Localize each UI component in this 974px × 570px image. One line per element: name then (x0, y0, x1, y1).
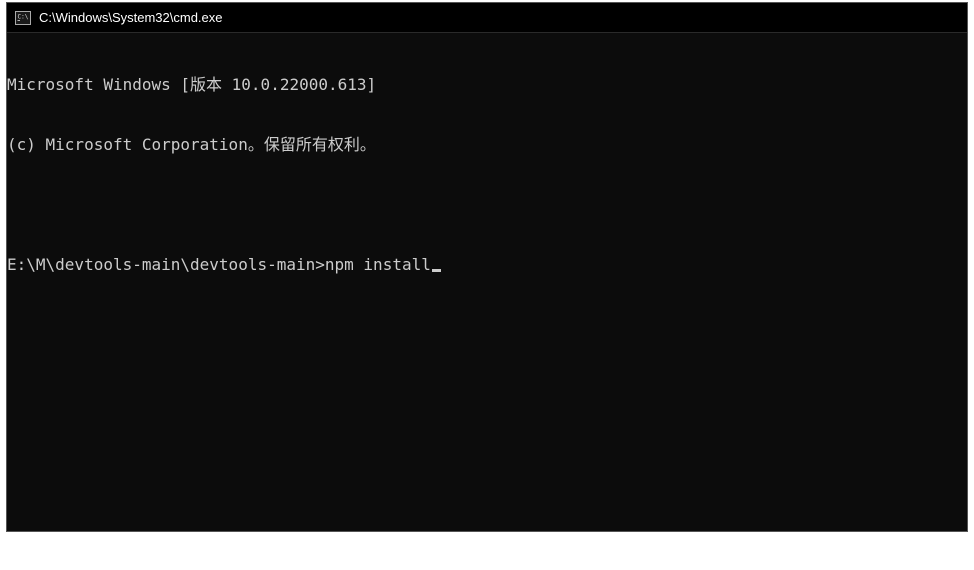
blank-line (7, 195, 967, 215)
prompt-text: E:\M\devtools-main\devtools-main> (7, 255, 325, 275)
command-text: npm install (325, 255, 431, 275)
cmd-window: C:\ C:\Windows\System32\cmd.exe Microsof… (6, 2, 968, 532)
svg-text:C:\: C:\ (18, 13, 29, 20)
prompt-line: E:\M\devtools-main\devtools-main>npm ins… (7, 255, 967, 275)
titlebar-text: C:\Windows\System32\cmd.exe (39, 10, 223, 25)
cmd-icon: C:\ (15, 10, 31, 26)
terminal-area[interactable]: Microsoft Windows [版本 10.0.22000.613] (c… (7, 33, 967, 531)
output-line: Microsoft Windows [版本 10.0.22000.613] (7, 75, 967, 95)
titlebar[interactable]: C:\ C:\Windows\System32\cmd.exe (7, 3, 967, 33)
cursor (432, 269, 441, 272)
output-line: (c) Microsoft Corporation。保留所有权利。 (7, 135, 967, 155)
